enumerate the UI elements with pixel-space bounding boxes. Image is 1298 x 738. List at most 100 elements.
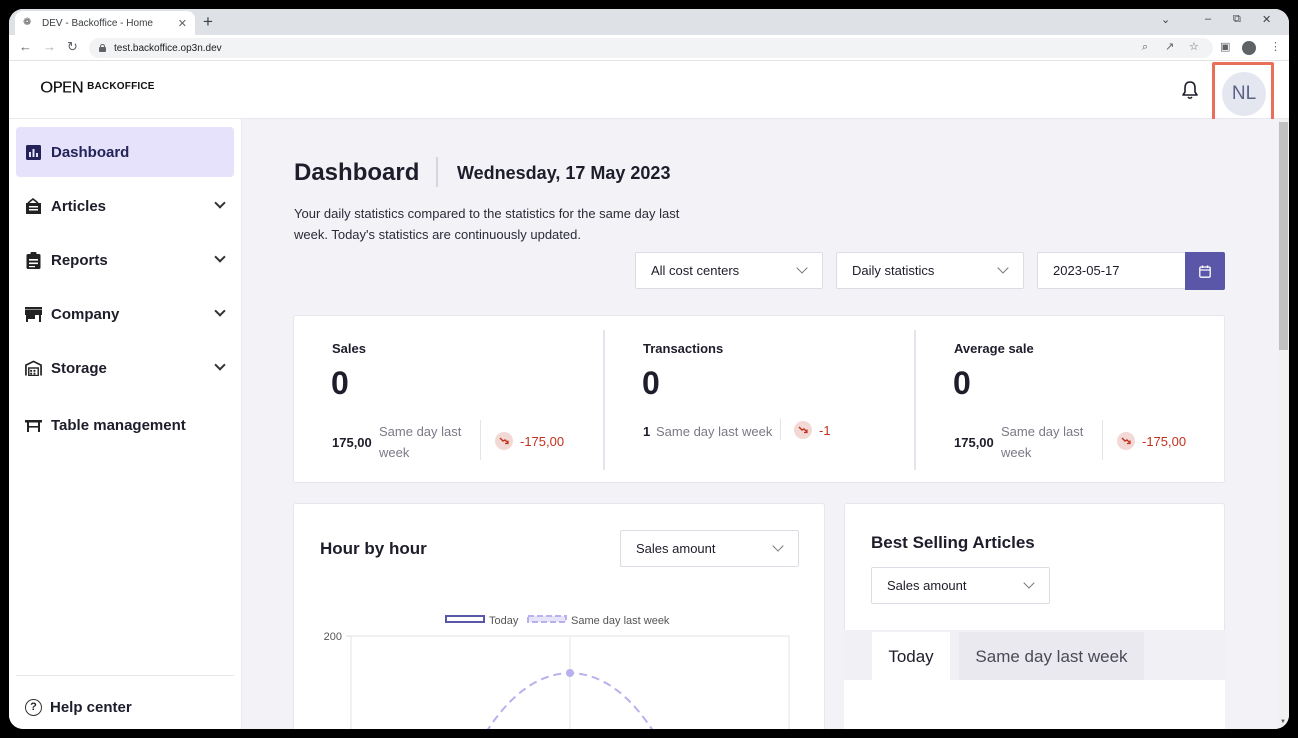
avatar-initials: NL bbox=[1231, 83, 1257, 104]
browser-tab[interactable]: ❁ DEV - Backoffice - Home ✕ bbox=[15, 11, 195, 35]
profile-icon[interactable] bbox=[1242, 41, 1256, 55]
metric-value: Sales amount bbox=[887, 578, 967, 593]
tab-today-label: Today bbox=[888, 647, 934, 666]
sidebar-item-dashboard[interactable]: Dashboard bbox=[16, 127, 234, 177]
sidebar-item-company[interactable]: Company bbox=[16, 289, 234, 339]
best-selling-tab-content bbox=[844, 680, 1225, 729]
metric-value: Sales amount bbox=[636, 541, 716, 556]
tab-today[interactable]: Today bbox=[872, 632, 950, 682]
menu-icon[interactable]: ⋮ bbox=[1270, 39, 1281, 55]
stat-prev-value: 1 bbox=[643, 424, 651, 439]
stat-prev-label: Same day last week bbox=[379, 421, 467, 463]
zoom-icon[interactable]: ⌕ bbox=[1142, 39, 1148, 55]
stat-value: 0 bbox=[953, 365, 971, 401]
window-close-icon[interactable]: ✕ bbox=[1262, 13, 1271, 26]
tab-last-label: Same day last week bbox=[975, 647, 1128, 666]
help-icon: ? bbox=[25, 698, 42, 716]
help-center-link[interactable]: ? Help center bbox=[25, 687, 132, 727]
stat-label: Average sale bbox=[954, 341, 1034, 356]
star-icon[interactable]: ☆ bbox=[1189, 39, 1199, 55]
period-select[interactable]: Daily statistics bbox=[836, 252, 1024, 289]
minimize-icon[interactable]: – bbox=[1205, 13, 1211, 25]
avatar[interactable]: NL bbox=[1222, 72, 1266, 116]
trend-down-icon bbox=[794, 421, 812, 439]
chevron-down-icon bbox=[1023, 577, 1035, 589]
stat-prev-label-line: Same day last week bbox=[656, 424, 773, 439]
sidebar-item-label: Storage bbox=[51, 359, 107, 377]
scrollbar-thumb[interactable] bbox=[1279, 122, 1288, 350]
stat-prev-label: Same day last week bbox=[656, 421, 786, 442]
cost-center-value: All cost centers bbox=[651, 263, 740, 278]
reload-icon[interactable]: ↻ bbox=[67, 39, 78, 55]
chevron-down-icon bbox=[772, 540, 784, 552]
sidebar-item-label: Reports bbox=[51, 251, 108, 269]
stat-diff: -175,00 bbox=[1142, 434, 1187, 449]
hour-by-hour-chart: Today Same day last week 200 bbox=[324, 615, 790, 729]
chevron-down-icon bbox=[214, 197, 226, 209]
stat-prev-value: 175,00 bbox=[332, 435, 372, 450]
browser-tabstrip: ❁ DEV - Backoffice - Home ✕ + ⌄ – ⧉ ✕ bbox=[9, 9, 1289, 35]
tab-same-day-last-week[interactable]: Same day last week bbox=[959, 632, 1144, 682]
scroll-down-arrow-icon[interactable]: ▼ bbox=[1280, 719, 1286, 725]
forward-icon[interactable]: → bbox=[43, 39, 56, 55]
stat-prev-label-line: Same day last bbox=[1001, 424, 1084, 439]
legend-label-today: Today bbox=[489, 615, 519, 627]
bar-chart-icon bbox=[25, 144, 42, 161]
warehouse-icon bbox=[25, 360, 42, 377]
restore-icon[interactable]: ⧉ bbox=[1233, 13, 1241, 26]
sidebar-item-reports[interactable]: Reports bbox=[16, 235, 234, 285]
cost-center-select[interactable]: All cost centers bbox=[635, 252, 823, 289]
stat-sales: Sales 0 175,00 Same day last week -175,0… bbox=[294, 316, 604, 484]
stat-diff: -1 bbox=[819, 423, 831, 438]
tab-search-icon[interactable]: ⌄ bbox=[1161, 13, 1170, 26]
side-panel-icon[interactable]: ▣ bbox=[1220, 39, 1230, 55]
stat-label: Transactions bbox=[643, 341, 724, 356]
chevron-down-icon bbox=[214, 305, 226, 317]
stat-prev-label-line: Same day last bbox=[379, 424, 462, 439]
stat-prev-value: 175,00 bbox=[954, 435, 994, 450]
browser-toolbar: ← → ↻ test.backoffice.op3n.dev ⌕ ↗ ☆ ▣ ⋮ bbox=[9, 35, 1289, 61]
help-center-label: Help center bbox=[50, 698, 132, 716]
lock-icon bbox=[99, 44, 106, 52]
sidebar-divider bbox=[16, 675, 234, 676]
subtitle-line: week. Today's statistics are continuousl… bbox=[294, 227, 581, 242]
date-input[interactable]: 2023-05-17 bbox=[1037, 252, 1186, 289]
stat-prev-label: Same day last week bbox=[1001, 421, 1089, 463]
y-tick-label: 200 bbox=[324, 631, 342, 643]
data-point-last-week[interactable] bbox=[566, 669, 574, 677]
stat-inner-divider bbox=[780, 418, 781, 440]
chevron-down-icon bbox=[214, 251, 226, 263]
legend-label-last-week: Same day last week bbox=[571, 615, 670, 627]
share-icon[interactable]: ↗ bbox=[1165, 39, 1174, 55]
address-bar[interactable]: test.backoffice.op3n.dev bbox=[89, 38, 1213, 58]
logo[interactable]: OPEN BACKOFFICE bbox=[40, 78, 155, 98]
sidebar-item-label: Articles bbox=[51, 197, 107, 215]
sidebar-item-table-management[interactable]: Table management bbox=[16, 400, 234, 450]
title-divider bbox=[436, 157, 438, 187]
sidebar-item-storage[interactable]: Storage bbox=[16, 343, 234, 393]
best-selling-metric-select[interactable]: Sales amount bbox=[871, 567, 1050, 604]
legend-swatch-last-week bbox=[527, 615, 567, 623]
trend-down-icon bbox=[495, 432, 513, 450]
stat-label: Sales bbox=[332, 341, 366, 356]
close-tab-icon[interactable]: ✕ bbox=[178, 17, 187, 30]
calendar-button[interactable] bbox=[1185, 252, 1225, 290]
page-subtitle: Your daily statistics compared to the st… bbox=[294, 203, 694, 245]
sidebar-item-label: Company bbox=[51, 305, 120, 323]
new-tab-button[interactable]: + bbox=[203, 12, 213, 32]
clipboard-icon bbox=[25, 251, 42, 269]
back-icon[interactable]: ← bbox=[19, 39, 32, 55]
sidebar-item-label: Table management bbox=[51, 416, 186, 434]
stat-value: 0 bbox=[642, 365, 660, 401]
stat-diff: -175,00 bbox=[520, 434, 565, 449]
sidebar-item-articles[interactable]: Articles bbox=[16, 181, 234, 231]
hour-by-hour-metric-select[interactable]: Sales amount bbox=[620, 530, 799, 567]
stat-prev-label-line: week bbox=[1001, 445, 1032, 460]
table-icon bbox=[25, 417, 42, 434]
subtitle-line: Your daily statistics compared to the st… bbox=[294, 206, 680, 221]
main-content: Dashboard Wednesday, 17 May 2023 Your da… bbox=[242, 119, 1278, 729]
sidebar: Dashboard Articles Reports Company Stora… bbox=[9, 119, 242, 729]
bell-icon[interactable] bbox=[1181, 80, 1199, 100]
page-date: Wednesday, 17 May 2023 bbox=[457, 163, 671, 183]
stat-inner-divider bbox=[1102, 420, 1103, 460]
